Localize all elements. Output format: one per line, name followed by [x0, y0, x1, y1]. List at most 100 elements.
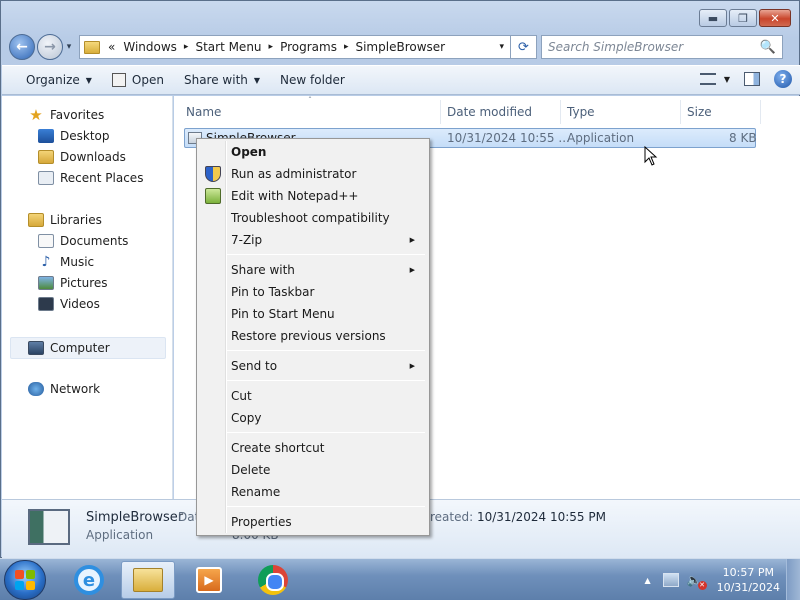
taskbar-chrome[interactable]	[246, 561, 300, 599]
breadcrumb-overflow[interactable]: «	[104, 40, 119, 54]
close-button[interactable]: ✕	[759, 9, 791, 27]
menu-item-cut[interactable]: Cut	[199, 385, 427, 407]
breadcrumb-windows[interactable]: Windows	[119, 40, 181, 54]
address-bar[interactable]: « Windows ▸ Start Menu ▸ Programs ▸ Simp…	[79, 35, 511, 59]
chrome-icon	[258, 565, 288, 595]
menu-item-label: Pin to Start Menu	[231, 307, 335, 321]
menu-item-7zip[interactable]: 7-Zip ▶	[199, 229, 427, 251]
taskbar-internet-explorer[interactable]: e	[62, 561, 116, 599]
nav-downloads[interactable]: Downloads	[38, 148, 126, 166]
column-header-date-modified[interactable]: Date modified	[441, 100, 561, 124]
search-placeholder: Search SimpleBrowser	[548, 40, 684, 54]
view-options-icon[interactable]	[699, 73, 716, 85]
menu-item-label: Cut	[231, 389, 252, 403]
windows-explorer-icon	[133, 568, 163, 592]
menu-item-label: Edit with Notepad++	[231, 189, 359, 203]
navigation-pane: ★ Favorites Desktop Downloads Recent Pla…	[2, 96, 173, 499]
help-icon[interactable]: ?	[774, 70, 792, 88]
menu-item-share-with[interactable]: Share with ▶	[199, 259, 427, 281]
system-clock[interactable]: 10:57 PM 10/31/2024	[717, 565, 780, 595]
nav-music[interactable]: ♪ Music	[38, 253, 95, 271]
nav-label: Pictures	[60, 276, 108, 290]
breadcrumb-start-menu[interactable]: Start Menu	[191, 40, 265, 54]
menu-item-label: Copy	[231, 411, 262, 425]
nav-label: Music	[60, 255, 95, 269]
recent-pages-dropdown[interactable]: ▾	[63, 42, 75, 52]
nav-libraries[interactable]: Libraries	[28, 211, 102, 229]
new-folder-button[interactable]: New folder	[270, 68, 355, 92]
menu-separator	[227, 432, 425, 433]
menu-item-copy[interactable]: Copy	[199, 407, 427, 429]
open-label: Open	[131, 73, 164, 87]
menu-item-pin-taskbar[interactable]: Pin to Taskbar	[199, 281, 427, 303]
menu-item-send-to[interactable]: Send to ▶	[199, 355, 427, 377]
search-icon[interactable]: 🔍	[760, 40, 776, 55]
application-large-icon	[28, 509, 70, 545]
menu-item-properties[interactable]: Properties	[199, 511, 427, 533]
share-with-button[interactable]: Share with ▼	[174, 68, 270, 92]
nav-documents[interactable]: Documents	[38, 232, 128, 250]
nav-pictures[interactable]: Pictures	[38, 274, 108, 292]
column-header-size[interactable]: Size	[681, 100, 761, 124]
mute-indicator-icon: ✕	[697, 581, 707, 590]
network-icon	[28, 382, 44, 396]
nav-recent-places[interactable]: Recent Places	[38, 169, 143, 187]
menu-item-troubleshoot[interactable]: Troubleshoot compatibility	[199, 207, 427, 229]
view-dropdown-icon[interactable]: ▼	[724, 75, 730, 84]
volume-muted-icon[interactable]: 🔈 ✕	[687, 573, 707, 590]
submenu-arrow-icon: ▶	[409, 236, 415, 244]
menu-item-pin-start-menu[interactable]: Pin to Start Menu	[199, 303, 427, 325]
menu-item-delete[interactable]: Delete	[199, 459, 427, 481]
nav-network[interactable]: Network	[28, 380, 100, 398]
menu-item-label: Share with	[231, 263, 295, 277]
documents-icon	[38, 234, 54, 248]
menu-item-label: Send to	[231, 359, 278, 373]
menu-item-restore-versions[interactable]: Restore previous versions	[199, 325, 427, 347]
nav-computer[interactable]: Computer	[28, 339, 110, 357]
start-button[interactable]	[4, 560, 46, 600]
forward-button[interactable]: →	[37, 34, 63, 60]
pictures-icon	[38, 276, 54, 290]
nav-favorites[interactable]: ★ Favorites	[28, 106, 104, 124]
menu-item-edit-notepad-plus-plus[interactable]: Edit with Notepad++	[199, 185, 427, 207]
taskbar-windows-explorer[interactable]	[121, 561, 175, 599]
clock-time: 10:57 PM	[722, 566, 774, 579]
search-input[interactable]: Search SimpleBrowser 🔍	[541, 35, 783, 59]
breadcrumb-programs[interactable]: Programs	[276, 40, 341, 54]
maximize-button[interactable]: ❐	[729, 9, 757, 27]
preview-pane-icon[interactable]	[744, 72, 760, 86]
nav-videos[interactable]: Videos	[38, 295, 100, 313]
show-hidden-icons-button[interactable]: ▲	[644, 576, 650, 585]
organize-button[interactable]: Organize ▼	[16, 68, 102, 92]
menu-separator	[227, 254, 425, 255]
menu-item-create-shortcut[interactable]: Create shortcut	[199, 437, 427, 459]
show-desktop-button[interactable]	[786, 559, 800, 600]
navigation-bar: ← → ▾ « Windows ▸ Start Menu ▸ Programs …	[9, 33, 793, 61]
clock-date: 10/31/2024	[716, 581, 780, 594]
menu-item-run-as-admin[interactable]: Run as administrator	[199, 163, 427, 185]
menu-item-label: Rename	[231, 485, 281, 499]
nav-label: Computer	[50, 341, 110, 355]
nav-desktop[interactable]: Desktop	[38, 127, 110, 145]
details-created-label: reated:	[430, 510, 474, 524]
menu-item-rename[interactable]: Rename	[199, 481, 427, 503]
network-status-icon[interactable]	[662, 573, 679, 587]
desktop-icon	[38, 129, 54, 143]
column-header-name[interactable]: Name	[180, 100, 441, 124]
column-header-type[interactable]: Type	[561, 100, 681, 124]
organize-label: Organize	[26, 73, 80, 87]
address-dropdown-button[interactable]: ▾	[499, 42, 504, 52]
breadcrumb-separator[interactable]: ▸	[181, 42, 192, 52]
breadcrumb-separator[interactable]: ▸	[341, 42, 352, 52]
open-button[interactable]: Open	[102, 68, 174, 92]
breadcrumb-simplebrowser[interactable]: SimpleBrowser	[351, 40, 449, 54]
taskbar-media-player[interactable]: ▶	[182, 561, 236, 599]
menu-item-open[interactable]: Open	[199, 141, 427, 163]
menu-separator	[227, 506, 425, 507]
refresh-button[interactable]: ⟳	[511, 35, 537, 59]
back-button[interactable]: ←	[9, 34, 35, 60]
minimize-button[interactable]: ▬	[699, 9, 727, 27]
file-size-cell: 8 KB	[729, 131, 757, 145]
breadcrumb-separator[interactable]: ▸	[266, 42, 277, 52]
folder-icon	[84, 40, 100, 54]
